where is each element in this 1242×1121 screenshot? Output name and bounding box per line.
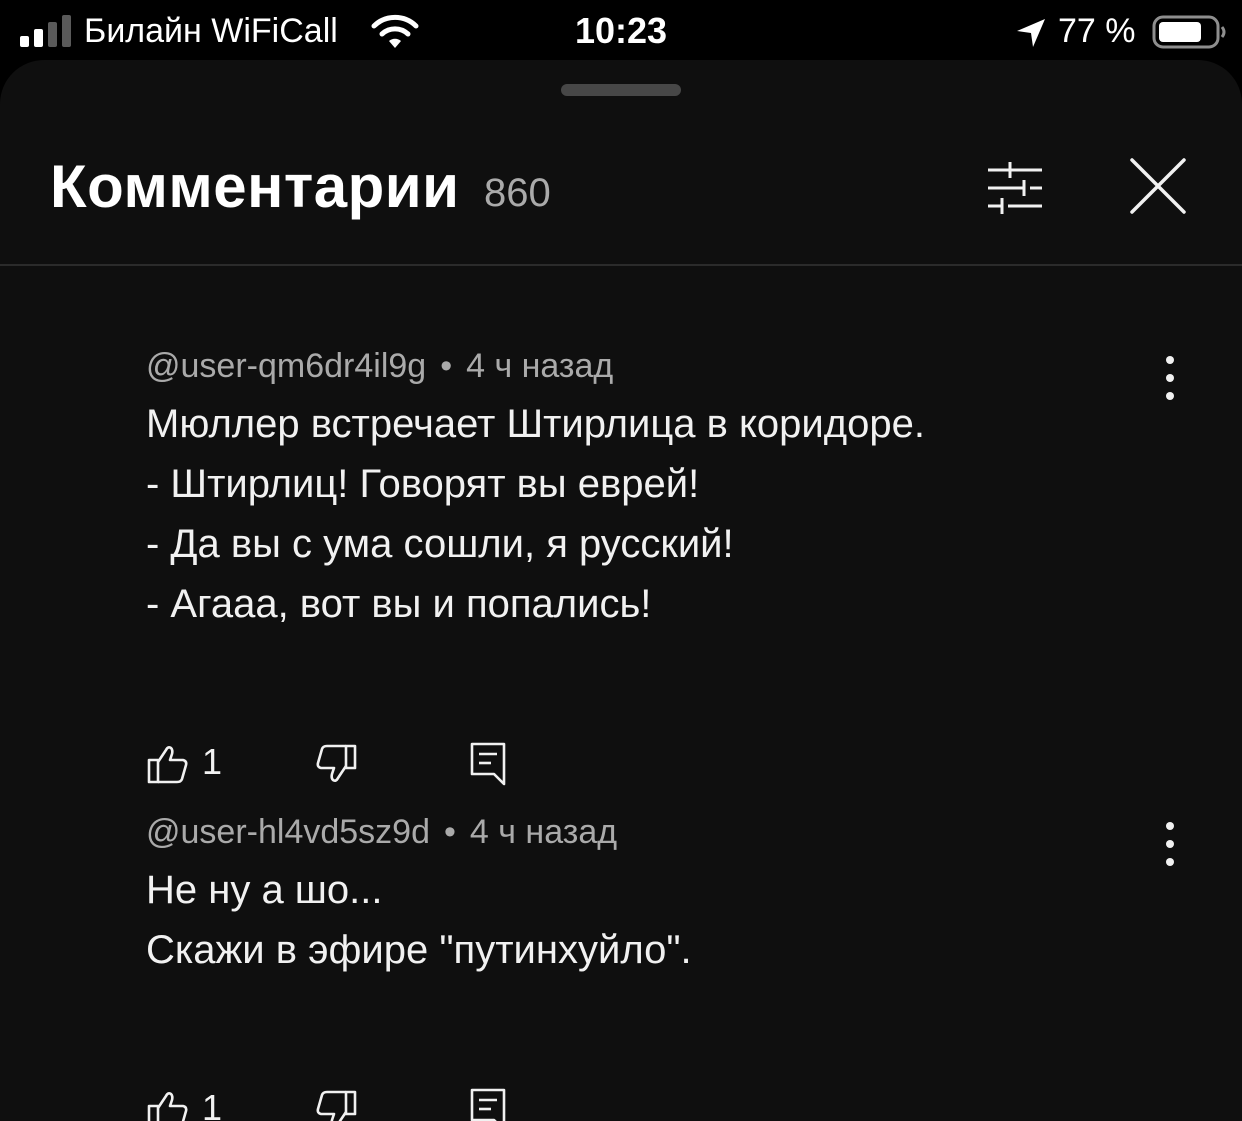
more-vert-icon (1166, 822, 1174, 866)
comment-count: 860 (484, 171, 551, 215)
sort-filter-icon (988, 162, 1042, 214)
like-button[interactable] (146, 1088, 190, 1121)
comments-sheet: Комментарии 860 @user-qm6dr4il9g • 4 ч н… (0, 60, 1242, 1121)
comment-time: 4 ч назад (469, 813, 618, 851)
comment-line: Не ну а шо... (146, 868, 383, 912)
thumb-down-icon (316, 1090, 357, 1121)
comment-line: - Да вы с ума сошли, я русский! (146, 522, 734, 566)
wifi-icon (371, 14, 419, 48)
comment-line: - Агааа, вот вы и попались! (146, 582, 652, 626)
dislike-button[interactable] (314, 1088, 358, 1121)
comment-meta: @user-qm6dr4il9g • 4 ч назад (146, 344, 613, 388)
comment-menu-button[interactable] (1150, 350, 1190, 406)
comment-actions: 1 (146, 732, 546, 792)
like-count: 1 (202, 1087, 223, 1121)
location-arrow-icon (1017, 19, 1045, 47)
sheet-title: Комментарии (50, 153, 460, 220)
comment-meta: @user-hl4vd5sz9d • 4 ч назад (146, 810, 617, 854)
dislike-button[interactable] (314, 742, 358, 786)
meta-separator: • (444, 813, 456, 851)
carrier-name: Билайн WiFiCall (84, 12, 338, 50)
comment-author[interactable]: @user-qm6dr4il9g (146, 347, 426, 385)
like-count: 1 (202, 741, 223, 782)
battery-icon (1152, 15, 1226, 49)
comment-text: Мюллер встречает Штирлица в коридоре. - … (146, 394, 925, 634)
sheet-drag-handle[interactable] (561, 84, 681, 96)
status-bar: Билайн WiFiCall 10:23 77 % (0, 0, 1242, 62)
thumb-down-icon (316, 744, 357, 782)
more-vert-icon (1166, 356, 1174, 400)
thumb-up-icon (147, 1092, 188, 1121)
battery-percent: 77 % (1058, 12, 1136, 50)
header-divider (0, 264, 1242, 266)
reply-button[interactable] (466, 740, 510, 788)
reply-icon (470, 1088, 506, 1121)
close-button[interactable] (1124, 156, 1192, 220)
comment-time: 4 ч назад (466, 347, 614, 385)
comment-author[interactable]: @user-hl4vd5sz9d (146, 813, 430, 851)
comment-menu-button[interactable] (1150, 816, 1190, 872)
meta-separator: • (440, 347, 453, 385)
signal-icon (20, 15, 71, 47)
comment-actions: 1 (146, 1078, 546, 1121)
reply-button[interactable] (466, 1086, 510, 1121)
comment-line: - Штирлиц! Говорят вы еврей! (146, 462, 700, 506)
close-icon (1130, 158, 1186, 214)
thumb-up-icon (147, 746, 188, 784)
sort-filter-button[interactable] (980, 156, 1048, 220)
like-button[interactable] (146, 742, 190, 786)
comment-text: Не ну а шо... Скажи в эфире "путинхуйло"… (146, 860, 692, 980)
reply-icon (470, 742, 506, 786)
comment-line: Мюллер встречает Штирлица в коридоре. (146, 402, 925, 446)
comment-line: Скажи в эфире "путинхуйло". (146, 928, 692, 972)
clock: 10:23 (574, 10, 668, 51)
